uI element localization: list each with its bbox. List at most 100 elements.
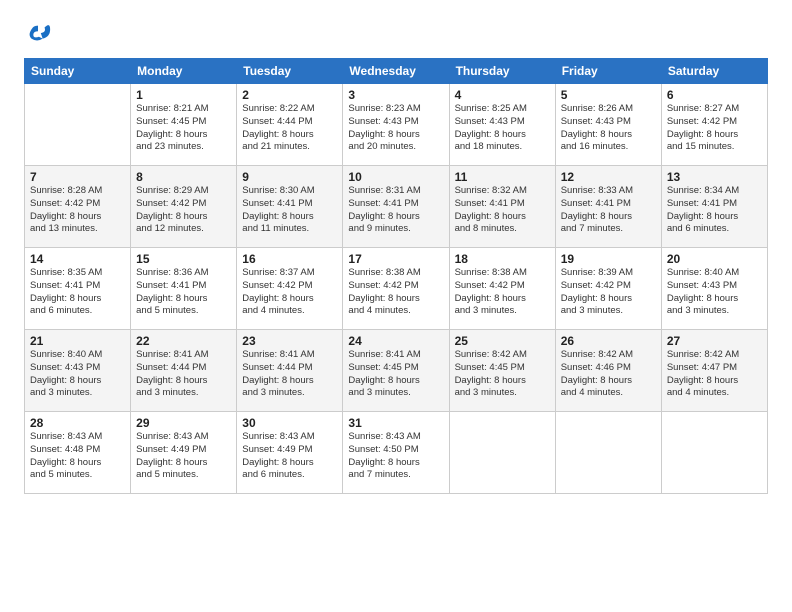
calendar-cell: 4Sunrise: 8:25 AMSunset: 4:43 PMDaylight… xyxy=(449,84,555,166)
day-number: 10 xyxy=(348,170,443,184)
day-header-tuesday: Tuesday xyxy=(237,59,343,84)
day-info: Sunrise: 8:43 AMSunset: 4:48 PMDaylight:… xyxy=(30,431,125,482)
calendar-cell: 22Sunrise: 8:41 AMSunset: 4:44 PMDayligh… xyxy=(131,330,237,412)
day-number: 29 xyxy=(136,416,231,430)
page: SundayMondayTuesdayWednesdayThursdayFrid… xyxy=(0,0,792,612)
day-info: Sunrise: 8:43 AMSunset: 4:49 PMDaylight:… xyxy=(136,431,231,482)
calendar-cell xyxy=(661,412,767,494)
day-number: 17 xyxy=(348,252,443,266)
calendar-cell: 15Sunrise: 8:36 AMSunset: 4:41 PMDayligh… xyxy=(131,248,237,330)
day-number: 4 xyxy=(455,88,550,102)
calendar-cell: 29Sunrise: 8:43 AMSunset: 4:49 PMDayligh… xyxy=(131,412,237,494)
calendar-cell xyxy=(555,412,661,494)
calendar-cell xyxy=(25,84,131,166)
calendar-cell: 14Sunrise: 8:35 AMSunset: 4:41 PMDayligh… xyxy=(25,248,131,330)
day-number: 30 xyxy=(242,416,337,430)
calendar-cell: 27Sunrise: 8:42 AMSunset: 4:47 PMDayligh… xyxy=(661,330,767,412)
week-row-3: 14Sunrise: 8:35 AMSunset: 4:41 PMDayligh… xyxy=(25,248,768,330)
day-number: 14 xyxy=(30,252,125,266)
day-number: 13 xyxy=(667,170,762,184)
day-info: Sunrise: 8:40 AMSunset: 4:43 PMDaylight:… xyxy=(667,267,762,318)
calendar-cell: 12Sunrise: 8:33 AMSunset: 4:41 PMDayligh… xyxy=(555,166,661,248)
day-number: 26 xyxy=(561,334,656,348)
week-row-5: 28Sunrise: 8:43 AMSunset: 4:48 PMDayligh… xyxy=(25,412,768,494)
day-info: Sunrise: 8:37 AMSunset: 4:42 PMDaylight:… xyxy=(242,267,337,318)
day-info: Sunrise: 8:31 AMSunset: 4:41 PMDaylight:… xyxy=(348,185,443,236)
calendar-cell: 6Sunrise: 8:27 AMSunset: 4:42 PMDaylight… xyxy=(661,84,767,166)
day-info: Sunrise: 8:35 AMSunset: 4:41 PMDaylight:… xyxy=(30,267,125,318)
header xyxy=(24,20,768,48)
day-number: 8 xyxy=(136,170,231,184)
week-row-2: 7Sunrise: 8:28 AMSunset: 4:42 PMDaylight… xyxy=(25,166,768,248)
day-number: 25 xyxy=(455,334,550,348)
day-number: 15 xyxy=(136,252,231,266)
day-header-saturday: Saturday xyxy=(661,59,767,84)
day-info: Sunrise: 8:23 AMSunset: 4:43 PMDaylight:… xyxy=(348,103,443,154)
day-header-friday: Friday xyxy=(555,59,661,84)
day-number: 23 xyxy=(242,334,337,348)
day-info: Sunrise: 8:38 AMSunset: 4:42 PMDaylight:… xyxy=(455,267,550,318)
calendar-cell: 20Sunrise: 8:40 AMSunset: 4:43 PMDayligh… xyxy=(661,248,767,330)
calendar-cell: 30Sunrise: 8:43 AMSunset: 4:49 PMDayligh… xyxy=(237,412,343,494)
calendar-cell: 28Sunrise: 8:43 AMSunset: 4:48 PMDayligh… xyxy=(25,412,131,494)
day-info: Sunrise: 8:36 AMSunset: 4:41 PMDaylight:… xyxy=(136,267,231,318)
calendar-cell: 7Sunrise: 8:28 AMSunset: 4:42 PMDaylight… xyxy=(25,166,131,248)
day-info: Sunrise: 8:22 AMSunset: 4:44 PMDaylight:… xyxy=(242,103,337,154)
calendar-cell: 23Sunrise: 8:41 AMSunset: 4:44 PMDayligh… xyxy=(237,330,343,412)
day-info: Sunrise: 8:25 AMSunset: 4:43 PMDaylight:… xyxy=(455,103,550,154)
day-number: 5 xyxy=(561,88,656,102)
day-number: 11 xyxy=(455,170,550,184)
day-number: 12 xyxy=(561,170,656,184)
day-info: Sunrise: 8:29 AMSunset: 4:42 PMDaylight:… xyxy=(136,185,231,236)
calendar-cell: 16Sunrise: 8:37 AMSunset: 4:42 PMDayligh… xyxy=(237,248,343,330)
day-header-wednesday: Wednesday xyxy=(343,59,449,84)
calendar-cell: 3Sunrise: 8:23 AMSunset: 4:43 PMDaylight… xyxy=(343,84,449,166)
day-number: 28 xyxy=(30,416,125,430)
days-header-row: SundayMondayTuesdayWednesdayThursdayFrid… xyxy=(25,59,768,84)
day-info: Sunrise: 8:30 AMSunset: 4:41 PMDaylight:… xyxy=(242,185,337,236)
day-number: 7 xyxy=(30,170,125,184)
day-header-thursday: Thursday xyxy=(449,59,555,84)
calendar-cell: 31Sunrise: 8:43 AMSunset: 4:50 PMDayligh… xyxy=(343,412,449,494)
day-header-sunday: Sunday xyxy=(25,59,131,84)
calendar: SundayMondayTuesdayWednesdayThursdayFrid… xyxy=(24,58,768,494)
calendar-cell: 24Sunrise: 8:41 AMSunset: 4:45 PMDayligh… xyxy=(343,330,449,412)
calendar-body: 1Sunrise: 8:21 AMSunset: 4:45 PMDaylight… xyxy=(25,84,768,494)
day-info: Sunrise: 8:42 AMSunset: 4:47 PMDaylight:… xyxy=(667,349,762,400)
calendar-cell: 19Sunrise: 8:39 AMSunset: 4:42 PMDayligh… xyxy=(555,248,661,330)
day-info: Sunrise: 8:40 AMSunset: 4:43 PMDaylight:… xyxy=(30,349,125,400)
day-info: Sunrise: 8:41 AMSunset: 4:44 PMDaylight:… xyxy=(242,349,337,400)
calendar-cell: 13Sunrise: 8:34 AMSunset: 4:41 PMDayligh… xyxy=(661,166,767,248)
day-info: Sunrise: 8:43 AMSunset: 4:49 PMDaylight:… xyxy=(242,431,337,482)
day-number: 9 xyxy=(242,170,337,184)
day-number: 19 xyxy=(561,252,656,266)
day-info: Sunrise: 8:41 AMSunset: 4:45 PMDaylight:… xyxy=(348,349,443,400)
logo xyxy=(24,20,56,48)
day-number: 20 xyxy=(667,252,762,266)
day-info: Sunrise: 8:34 AMSunset: 4:41 PMDaylight:… xyxy=(667,185,762,236)
calendar-cell: 11Sunrise: 8:32 AMSunset: 4:41 PMDayligh… xyxy=(449,166,555,248)
day-info: Sunrise: 8:33 AMSunset: 4:41 PMDaylight:… xyxy=(561,185,656,236)
day-header-monday: Monday xyxy=(131,59,237,84)
day-number: 1 xyxy=(136,88,231,102)
calendar-cell: 18Sunrise: 8:38 AMSunset: 4:42 PMDayligh… xyxy=(449,248,555,330)
day-info: Sunrise: 8:38 AMSunset: 4:42 PMDaylight:… xyxy=(348,267,443,318)
day-info: Sunrise: 8:41 AMSunset: 4:44 PMDaylight:… xyxy=(136,349,231,400)
day-number: 27 xyxy=(667,334,762,348)
day-number: 3 xyxy=(348,88,443,102)
calendar-header: SundayMondayTuesdayWednesdayThursdayFrid… xyxy=(25,59,768,84)
day-info: Sunrise: 8:32 AMSunset: 4:41 PMDaylight:… xyxy=(455,185,550,236)
day-info: Sunrise: 8:39 AMSunset: 4:42 PMDaylight:… xyxy=(561,267,656,318)
day-number: 2 xyxy=(242,88,337,102)
day-number: 6 xyxy=(667,88,762,102)
day-info: Sunrise: 8:43 AMSunset: 4:50 PMDaylight:… xyxy=(348,431,443,482)
day-info: Sunrise: 8:26 AMSunset: 4:43 PMDaylight:… xyxy=(561,103,656,154)
calendar-cell: 2Sunrise: 8:22 AMSunset: 4:44 PMDaylight… xyxy=(237,84,343,166)
day-number: 24 xyxy=(348,334,443,348)
day-info: Sunrise: 8:21 AMSunset: 4:45 PMDaylight:… xyxy=(136,103,231,154)
calendar-cell: 10Sunrise: 8:31 AMSunset: 4:41 PMDayligh… xyxy=(343,166,449,248)
week-row-4: 21Sunrise: 8:40 AMSunset: 4:43 PMDayligh… xyxy=(25,330,768,412)
day-info: Sunrise: 8:27 AMSunset: 4:42 PMDaylight:… xyxy=(667,103,762,154)
day-info: Sunrise: 8:28 AMSunset: 4:42 PMDaylight:… xyxy=(30,185,125,236)
day-number: 21 xyxy=(30,334,125,348)
